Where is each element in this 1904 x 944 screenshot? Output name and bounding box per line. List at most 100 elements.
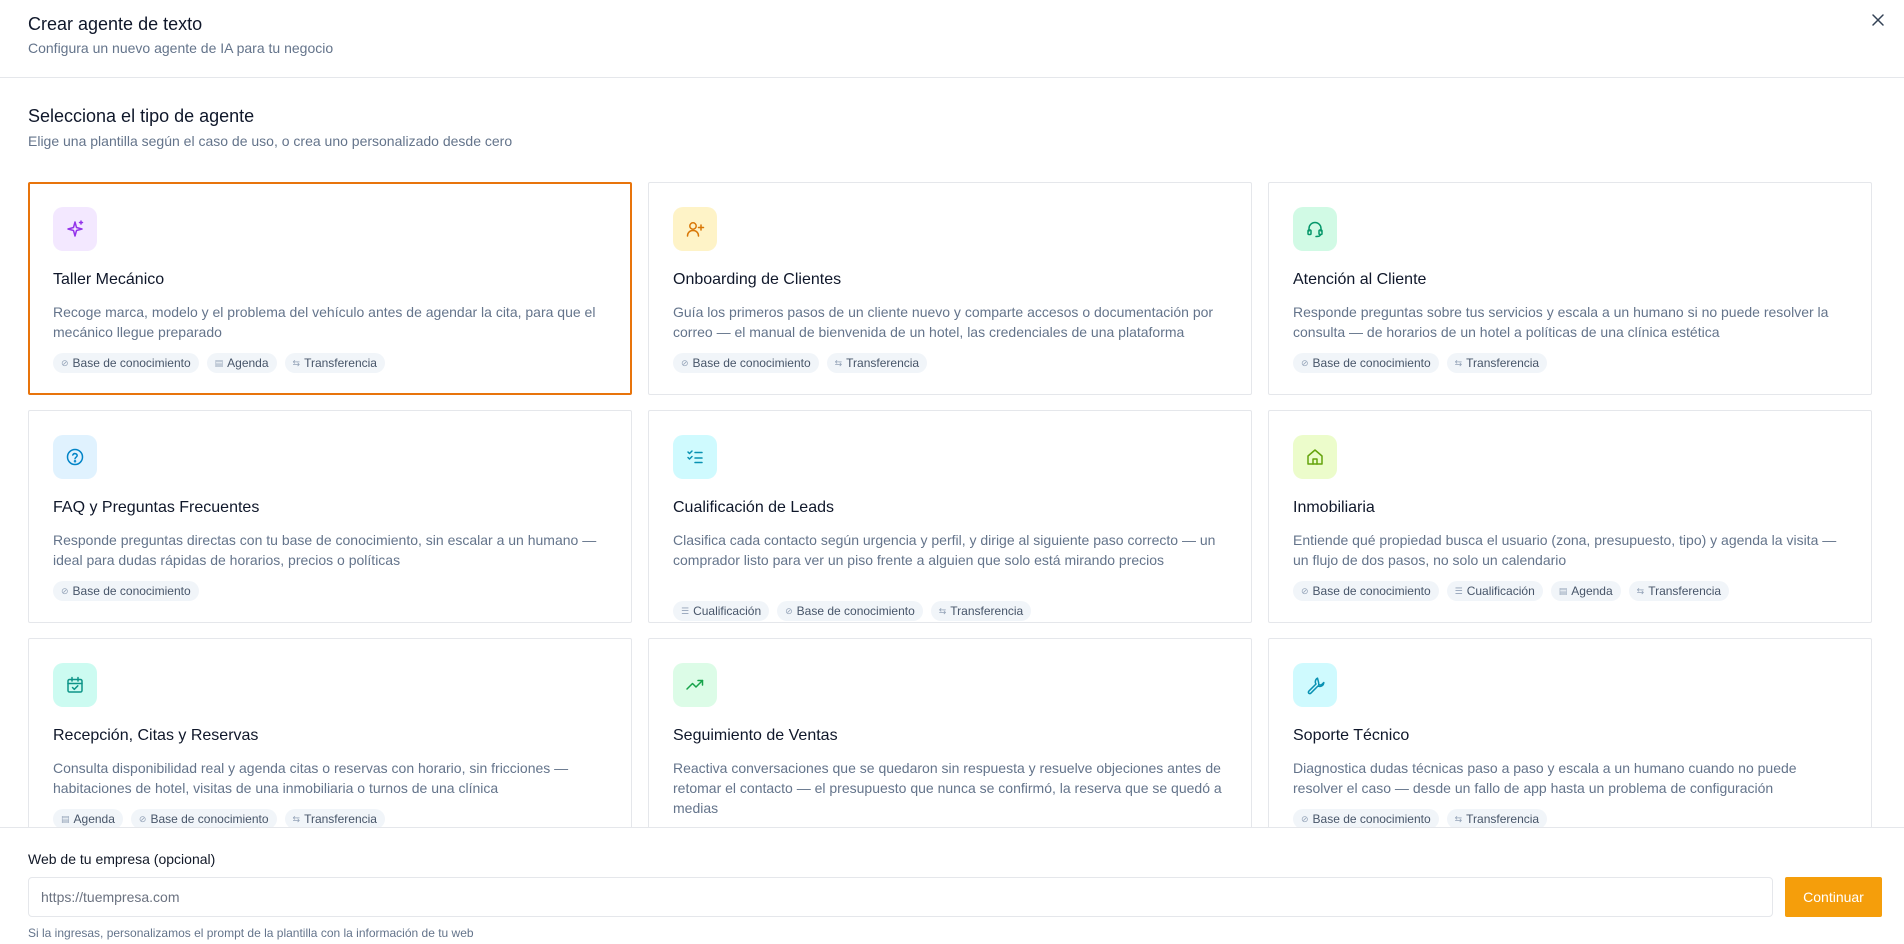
list-checks-icon [673,435,717,479]
feature-tag-transferencia: ⇆ Transferencia [1446,809,1548,827]
agent-card-description: Responde preguntas directas con tu base … [53,532,597,568]
agent-card-description: Reactiva conversaciones que se quedaron … [673,760,1222,816]
wrench-icon [1293,663,1337,707]
feature-tag-label: Base de conocimiento [72,584,191,598]
feature-tag-transferencia: ⇆ Transferencia [284,353,385,373]
agent-card-title: Inmobiliaria [1293,499,1375,516]
feature-tag-label: Base de conocimiento [796,604,915,618]
agent-card-description: Consulta disponibilidad real y agenda ci… [53,760,569,796]
calendar-icon: ▤ [1558,586,1568,596]
feature-tag-transferencia: ⇆ Transferencia [284,809,385,827]
trending-up-icon [673,663,717,707]
feature-tag-label: Agenda [73,812,115,826]
database-icon: ⊘ [61,358,69,368]
agent-card-atencion-al-cliente[interactable]: Atención al Cliente Responde preguntas so… [1268,182,1872,395]
agent-card-tags: ⊘ Base de conocimiento [53,581,607,601]
agent-card-tags: ☰ Cualificación ⊘ Base de conocimiento ⇆ Tran… [673,601,1227,621]
feature-tag-transferencia: ⇆ Transferencia [930,601,1032,621]
agent-template-grid: Taller Mecánico Recoge marca, modelo y el… [28,182,1876,827]
section-title: Selecciona el tipo de agente [28,106,255,126]
agent-card-cualificacion-de-leads[interactable]: Cualificación de Leads Clasifica cada con… [648,410,1252,623]
sparkles-icon [53,207,97,251]
feature-tag-base-de-conocimiento: ⊘ Base de conocimiento [130,809,277,827]
feature-tag-base-de-conocimiento: ⊘ Base de conocimiento [1293,581,1439,601]
agent-card-recepcion-citas-y-reservas[interactable]: Recepción, Citas y Reservas Consulta disp… [28,638,632,827]
feature-tag-label: Transferencia [1466,356,1540,370]
agent-card-title: FAQ y Preguntas Frecuentes [53,499,260,516]
transfer-icon: ⇆ [1636,586,1645,596]
home-icon [1293,435,1337,479]
modal-body: Selecciona el tipo de agente Elige una p… [0,79,1904,827]
user-plus-icon [673,207,717,251]
feature-tag-transferencia: ⇆ Transferencia [1446,353,1548,373]
feature-tag-base-de-conocimiento: ⊘ Base de conocimiento [777,601,923,621]
feature-tag-label: Transferencia [950,604,1024,618]
agent-card-title: Soporte Técnico [1293,727,1410,744]
feature-tag-label: Base de conocimiento [1312,812,1431,826]
agent-card-onboarding-de-clientes[interactable]: Onboarding de Clientes Guía los primeros … [648,182,1252,395]
close-icon [1872,14,1884,26]
feature-tag-label: Base de conocimiento [150,812,269,826]
agent-card-seguimiento-de-ventas[interactable]: Seguimiento de Ventas Reactiva conversaci… [648,638,1252,827]
database-icon: ⊘ [138,814,147,824]
feature-tag-label: Transferencia [304,356,377,370]
continue-button[interactable]: Continuar [1785,877,1882,917]
feature-tag-label: Transferencia [304,812,377,826]
feature-tag-label: Base de conocimiento [72,356,191,370]
feature-tag-label: Cualificación [1466,584,1535,598]
modal-title: Crear agente de texto [28,14,203,34]
feature-tag-agenda: ▤ Agenda [53,809,123,827]
feature-tag-agenda: ▤ Agenda [1550,581,1621,601]
agent-card-description: Diagnostica dudas técnicas paso a paso y… [1293,760,1797,796]
agent-card-title: Cualificación de Leads [673,499,834,516]
feature-tag-label: Base de conocimiento [1312,356,1431,370]
agent-card-soporte-tecnico[interactable]: Soporte Técnico Diagnostica dudas técnica… [1268,638,1872,827]
feature-tag-label: Cualificación [693,604,762,618]
agent-card-title: Recepción, Citas y Reservas [53,727,259,744]
feature-tag-transferencia: ⇆ Transferencia [826,353,928,373]
database-icon: ⊘ [785,606,793,616]
feature-tag-cualificacion: ☰ Cualificación [673,601,770,621]
database-icon: ⊘ [1301,814,1309,824]
filter-icon: ☰ [681,606,690,616]
feature-tag-label: Transferencia [1466,812,1540,826]
agent-card-tags: ▤ Agenda ⊘ Base de conocimiento ⇆ Transferenc… [53,809,607,827]
transfer-icon: ⇆ [292,358,301,368]
website-url-input[interactable] [28,877,1773,917]
section-subtitle: Elige una plantilla según el caso de uso… [28,133,513,149]
feature-tag-base-de-conocimiento: ⊘ Base de conocimiento [53,353,199,373]
calendar-check-icon [53,663,97,707]
feature-tag-label: Base de conocimiento [1312,584,1431,598]
agent-card-taller-mecanico[interactable]: Taller Mecánico Recoge marca, modelo y el… [28,182,632,395]
agent-card-description: Recoge marca, modelo y el problema del v… [53,304,596,340]
agent-card-tags: ⊘ Base de conocimiento ☰ Cualificación ▤ Agen… [1293,581,1847,601]
agent-card-tags: ⊘ Base de conocimiento ⇆ Transferencia [673,353,1227,373]
feature-tag-label: Agenda [1571,584,1613,598]
feature-tag-base-de-conocimiento: ⊘ Base de conocimiento [1293,353,1439,373]
transfer-icon: ⇆ [938,606,947,616]
transfer-icon: ⇆ [1454,358,1463,368]
agent-card-description: Entiende qué propiedad busca el usuario … [1293,532,1837,568]
agent-card-tags: ⊘ Base de conocimiento ▤ Agenda ⇆ Transferenc… [53,353,607,373]
close-button[interactable] [1866,8,1890,32]
website-hint: Si la ingresas, personalizamos el prompt… [28,926,474,940]
agent-card-title: Seguimiento de Ventas [673,727,838,744]
feature-tag-label: Transferencia [846,356,920,370]
agent-card-faq-y-preguntas-frecuentes[interactable]: FAQ y Preguntas Frecuentes Responde pregu… [28,410,632,623]
database-icon: ⊘ [681,358,689,368]
modal-subtitle: Configura un nuevo agente de IA para tu … [28,40,334,56]
calendar-icon: ▤ [214,358,224,368]
filter-icon: ☰ [1454,586,1463,596]
agent-card-title: Taller Mecánico [53,271,165,288]
transfer-icon: ⇆ [834,358,843,368]
agent-card-title: Onboarding de Clientes [673,271,842,288]
database-icon: ⊘ [1301,358,1309,368]
modal-footer: Web de tu empresa (opcional) Continuar S… [0,827,1904,944]
agent-card-inmobiliaria[interactable]: Inmobiliaria Entiende qué propiedad busca… [1268,410,1872,623]
agent-card-description: Guía los primeros pasos de un cliente nu… [673,304,1214,340]
transfer-icon: ⇆ [292,814,301,824]
feature-tag-label: Transferencia [1648,584,1722,598]
feature-tag-label: Base de conocimiento [692,356,811,370]
question-circle-icon [53,435,97,479]
feature-tag-base-de-conocimiento: ⊘ Base de conocimiento [53,581,199,601]
